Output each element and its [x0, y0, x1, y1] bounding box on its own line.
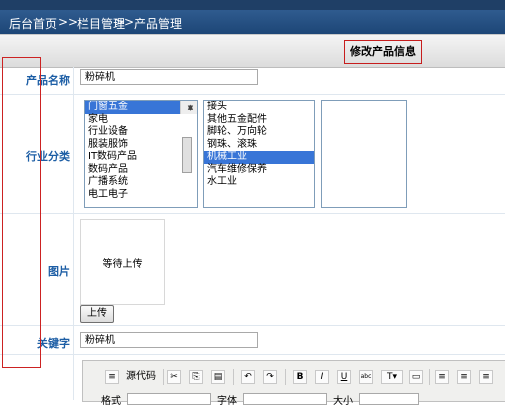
copy-icon[interactable]: ⎘ — [189, 370, 203, 384]
toolbar-separator — [429, 369, 430, 385]
image-placeholder-text: 等待上传 — [102, 259, 143, 270]
list-option[interactable]: IT数码产品 — [85, 151, 183, 164]
industry-category-list[interactable]: 门窗五金 家电 行业设备 服装服饰 IT数码产品 数码产品 广播系统 电工电子 ▲ ▼ — [84, 100, 198, 208]
image-preview: 等待上传 — [80, 219, 165, 305]
list-option[interactable]: 行业设备 — [85, 126, 183, 139]
list-option[interactable]: 脚轮、万向轮 — [204, 126, 314, 139]
table-icon[interactable]: ▭ — [409, 370, 423, 384]
underline-icon[interactable]: U — [337, 370, 351, 384]
list-option[interactable]: 服装服饰 — [85, 139, 183, 152]
redo-icon[interactable]: ↷ — [263, 370, 277, 384]
bold-icon[interactable]: B — [293, 370, 307, 384]
product-name-input[interactable]: 粉碎机 — [80, 69, 258, 85]
undo-icon[interactable]: ↶ — [241, 370, 255, 384]
page-title: 修改产品信息 — [344, 40, 422, 64]
paste-icon[interactable]: ▤ — [211, 370, 225, 384]
scroll-thumb[interactable] — [182, 137, 192, 173]
highlight-box — [2, 57, 41, 368]
strikethrough-icon[interactable]: abc — [359, 370, 373, 384]
editor-format-bar: 格式 字体 大小 — [97, 391, 505, 407]
list-option[interactable]: 汽车维修保养 — [204, 164, 314, 177]
form-header: 修改产品信息 — [0, 34, 505, 68]
list-option[interactable]: 钢珠、滚珠 — [204, 139, 314, 152]
row-divider — [0, 213, 505, 214]
keywords-input[interactable]: 粉碎机 — [80, 332, 258, 348]
list-option[interactable]: 接头 — [204, 101, 314, 114]
breadcrumb-home[interactable]: 后台首页 — [9, 15, 57, 32]
third-category-list[interactable] — [321, 100, 407, 208]
rich-text-editor: ≡ 源代码 ✂ ⎘ ▤ ↶ ↷ B I U abc T▾ ▭ ≡ ≡ ≡ 格式 … — [82, 360, 505, 407]
breadcrumb-page[interactable]: 产品管理 — [134, 15, 182, 32]
upload-button[interactable]: 上传 — [80, 305, 114, 323]
font-select[interactable] — [243, 393, 327, 405]
size-select[interactable] — [359, 393, 419, 405]
editor-toolbar: ≡ 源代码 ✂ ⎘ ▤ ↶ ↷ B I U abc T▾ ▭ ≡ ≡ ≡ — [97, 367, 505, 389]
toolbar-separator — [285, 369, 286, 385]
format-select[interactable] — [127, 393, 211, 405]
align-right-icon[interactable]: ≡ — [479, 370, 493, 384]
row-divider — [0, 94, 505, 95]
column-divider — [73, 67, 74, 400]
row-divider — [0, 354, 505, 355]
breadcrumb-separator: >> — [58, 15, 79, 29]
list-option[interactable]: 家电 — [85, 114, 183, 127]
toolbar-separator — [233, 369, 234, 385]
top-banner — [0, 0, 505, 10]
breadcrumb: 后台首页 >> 栏目管理 >> 产品管理 — [0, 10, 505, 34]
list-option[interactable]: 水工业 — [204, 176, 314, 189]
source-code-button[interactable]: 源代码 — [121, 367, 161, 387]
align-center-icon[interactable]: ≡ — [457, 370, 471, 384]
sub-category-list[interactable]: 接头 其他五金配件 脚轮、万向轮 钢珠、滚珠 机械工业 汽车维修保养 水工业 — [203, 100, 315, 208]
scrollbar[interactable]: ▲ ▼ — [180, 101, 197, 173]
list-option[interactable]: 广播系统 — [85, 176, 183, 189]
scroll-down-icon[interactable]: ▼ — [181, 102, 197, 114]
text-color-icon[interactable]: T▾ — [381, 370, 403, 384]
cut-icon[interactable]: ✂ — [167, 370, 181, 384]
list-option[interactable]: 机械工业 — [204, 151, 314, 164]
source-icon[interactable]: ≡ — [105, 370, 119, 384]
list-option[interactable]: 门窗五金 — [85, 101, 183, 114]
list-option[interactable]: 其他五金配件 — [204, 114, 314, 127]
list-option[interactable]: 电工电子 — [85, 189, 183, 202]
breadcrumb-separator: >> — [114, 15, 135, 29]
toolbar-separator — [163, 369, 164, 385]
row-divider — [0, 325, 505, 326]
italic-icon[interactable]: I — [315, 370, 329, 384]
list-option[interactable]: 数码产品 — [85, 164, 183, 177]
align-left-icon[interactable]: ≡ — [435, 370, 449, 384]
